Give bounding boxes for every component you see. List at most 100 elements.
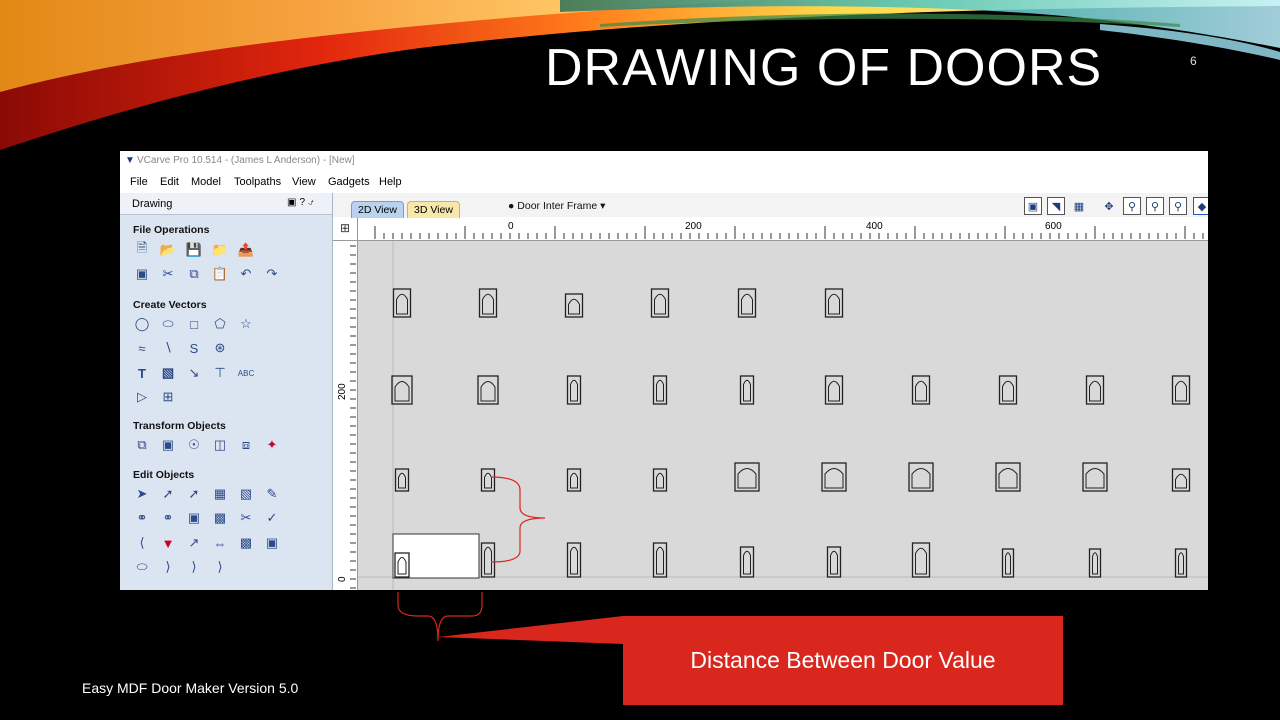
door-row4-col5-panel bbox=[743, 550, 751, 575]
zoom-out-icon[interactable]: ⚲ bbox=[1146, 197, 1164, 215]
tab-icon[interactable]: ⟩ bbox=[211, 558, 229, 576]
fillet-icon[interactable]: ✓ bbox=[263, 509, 281, 527]
copy-icon[interactable]: ⧉ bbox=[185, 265, 203, 283]
move-icon[interactable]: ⧉ bbox=[133, 436, 151, 454]
door-row4-col9-panel bbox=[1092, 552, 1098, 575]
spiral-tool-icon[interactable]: ⊛ bbox=[211, 339, 229, 357]
new-file-icon[interactable]: 🗎 bbox=[133, 240, 151, 259]
set-size-icon[interactable]: ▣ bbox=[159, 436, 177, 454]
callout-text: Distance Between Door Value bbox=[690, 647, 996, 673]
door-row4-col2-panel bbox=[484, 546, 492, 575]
save-file-icon[interactable]: 💾 bbox=[185, 241, 203, 259]
import-icon[interactable]: 📤 bbox=[237, 241, 255, 259]
tab-2d-view[interactable]: 2D View bbox=[351, 201, 404, 218]
door-row4-col3[interactable] bbox=[566, 542, 582, 578]
arc-text-icon[interactable]: ⊤ bbox=[211, 364, 229, 382]
intersect-icon[interactable]: ▣ bbox=[185, 509, 203, 527]
hruler-label-400: 400 bbox=[866, 221, 883, 232]
ungroup-icon[interactable]: ▧ bbox=[237, 485, 255, 503]
text-on-curve-icon[interactable]: ↘ bbox=[185, 364, 203, 382]
cut-icon[interactable]: ✂ bbox=[159, 265, 177, 283]
door-row3-col6[interactable] bbox=[821, 462, 847, 492]
star-tool-icon[interactable]: ☆ bbox=[237, 315, 255, 333]
nest-icon[interactable]: ▩ bbox=[237, 534, 255, 552]
menu-model[interactable]: Model bbox=[191, 176, 221, 188]
interactive-select-icon[interactable]: ➚ bbox=[185, 485, 203, 503]
hruler-label-200: 200 bbox=[685, 221, 702, 232]
door-row3-col9[interactable] bbox=[1082, 462, 1108, 492]
measure-tool-icon[interactable]: ⊞ bbox=[159, 388, 177, 406]
ellipse-tool-icon[interactable]: ⬭ bbox=[159, 315, 177, 333]
mirror-node-icon[interactable]: ⇔ bbox=[211, 534, 229, 552]
door-row4-col10-panel bbox=[1178, 552, 1184, 575]
close-vector-icon[interactable]: ⬭ bbox=[133, 558, 151, 576]
job-setup-icon[interactable]: ▣ bbox=[133, 265, 151, 283]
align-icon[interactable]: ✦ bbox=[263, 436, 281, 454]
circle-tool-icon[interactable]: ◯ bbox=[133, 315, 151, 333]
select-pointer-icon[interactable]: ➤ bbox=[133, 485, 151, 503]
zoom-fit-icon[interactable]: ⚲ bbox=[1169, 197, 1187, 215]
drawing-canvas[interactable] bbox=[358, 241, 1208, 590]
door-row3-col8[interactable] bbox=[995, 462, 1021, 492]
section-create-vectors: Create Vectors bbox=[133, 299, 207, 311]
mirror-icon[interactable]: ◫ bbox=[211, 436, 229, 454]
menu-toolpaths[interactable]: Toolpaths bbox=[234, 176, 281, 188]
menu-file[interactable]: File bbox=[130, 176, 148, 188]
grid-icon[interactable]: ▦ bbox=[1070, 197, 1088, 215]
section-transform-objects: Transform Objects bbox=[133, 420, 226, 432]
door-row3-col7[interactable] bbox=[908, 462, 934, 492]
arc-tool-icon[interactable]: ∖ bbox=[159, 339, 177, 357]
polyline-tool-icon[interactable]: ≈ bbox=[133, 339, 151, 357]
paste-icon[interactable]: 📋 bbox=[211, 265, 229, 283]
join-icon[interactable]: ▼ bbox=[159, 534, 177, 552]
door-row1-col4-panel bbox=[654, 293, 666, 315]
menu-edit[interactable]: Edit bbox=[160, 176, 179, 188]
menu-view[interactable]: View bbox=[292, 176, 316, 188]
open-file-icon[interactable]: 📂 bbox=[159, 241, 177, 259]
door-row2-col3-panel bbox=[570, 379, 578, 402]
menu-gadgets[interactable]: Gadgets bbox=[328, 176, 370, 188]
callout-box: Distance Between Door Value bbox=[623, 616, 1063, 705]
view-fit-icon[interactable]: ▣ bbox=[1024, 197, 1042, 215]
polygon-tool-icon[interactable]: ⬠ bbox=[211, 315, 229, 333]
view-material-icon[interactable]: ◥ bbox=[1047, 197, 1065, 215]
curve-fit-icon[interactable]: ↗ bbox=[185, 534, 203, 552]
door-row2-col8-panel bbox=[1002, 380, 1014, 402]
text-tool-icon[interactable]: T bbox=[133, 364, 151, 382]
door-row4-col2[interactable] bbox=[480, 542, 496, 578]
rectangle-tool-icon[interactable]: □ bbox=[185, 315, 203, 333]
pan-icon[interactable]: ✥ bbox=[1100, 197, 1118, 215]
material-dropdown[interactable]: ● Door Inter Frame ▾ bbox=[508, 200, 605, 212]
door-row4-col4[interactable] bbox=[652, 542, 668, 578]
settings-icon[interactable]: ◆ bbox=[1193, 197, 1208, 215]
vcarve-window: ▼ VCarve Pro 10.514 - (James L Anderson)… bbox=[120, 151, 1208, 590]
rotate-icon[interactable]: ☉ bbox=[185, 436, 203, 454]
group-icon[interactable]: ▦ bbox=[211, 485, 229, 503]
zoom-box-icon[interactable]: ⚲ bbox=[1123, 197, 1141, 215]
autoscale-text-icon[interactable]: ▧ bbox=[159, 364, 177, 382]
text-arc-abc-icon[interactable]: ABC bbox=[237, 364, 255, 382]
array-copy-icon[interactable]: ▣ bbox=[263, 534, 281, 552]
subtract-icon[interactable]: ⚭ bbox=[159, 509, 177, 527]
trim-icon[interactable]: ✎ bbox=[263, 485, 281, 503]
open-folder-icon[interactable]: 📁 bbox=[211, 241, 229, 259]
distort-icon[interactable]: ⧈ bbox=[237, 436, 255, 454]
menu-help[interactable]: Help bbox=[379, 176, 402, 188]
vcarve-logo-icon: ▼ bbox=[125, 155, 135, 166]
weld-icon[interactable]: ⚭ bbox=[133, 509, 151, 527]
panel-pin-controls[interactable]: ▣?⍻ bbox=[287, 197, 317, 208]
redo-icon[interactable]: ↷ bbox=[263, 265, 281, 283]
offset-icon[interactable]: ▩ bbox=[211, 509, 229, 527]
door-row3-col5[interactable] bbox=[734, 462, 760, 492]
extend-icon[interactable]: ⟩ bbox=[159, 558, 177, 576]
scissors-icon[interactable]: ✂ bbox=[237, 509, 255, 527]
node-edit-icon[interactable]: ➚ bbox=[159, 485, 177, 503]
dimension-tool-icon[interactable]: ▷ bbox=[133, 388, 151, 406]
slide-footer: Easy MDF Door Maker Version 5.0 bbox=[82, 680, 299, 696]
curve-tool-icon[interactable]: S bbox=[185, 339, 203, 357]
undo-icon[interactable]: ↶ bbox=[237, 265, 255, 283]
tab-3d-view[interactable]: 3D View bbox=[407, 201, 460, 218]
smooth-icon[interactable]: ⟨ bbox=[133, 534, 151, 552]
section-edit-objects: Edit Objects bbox=[133, 469, 195, 481]
drag-icon[interactable]: ⟩ bbox=[185, 558, 203, 576]
